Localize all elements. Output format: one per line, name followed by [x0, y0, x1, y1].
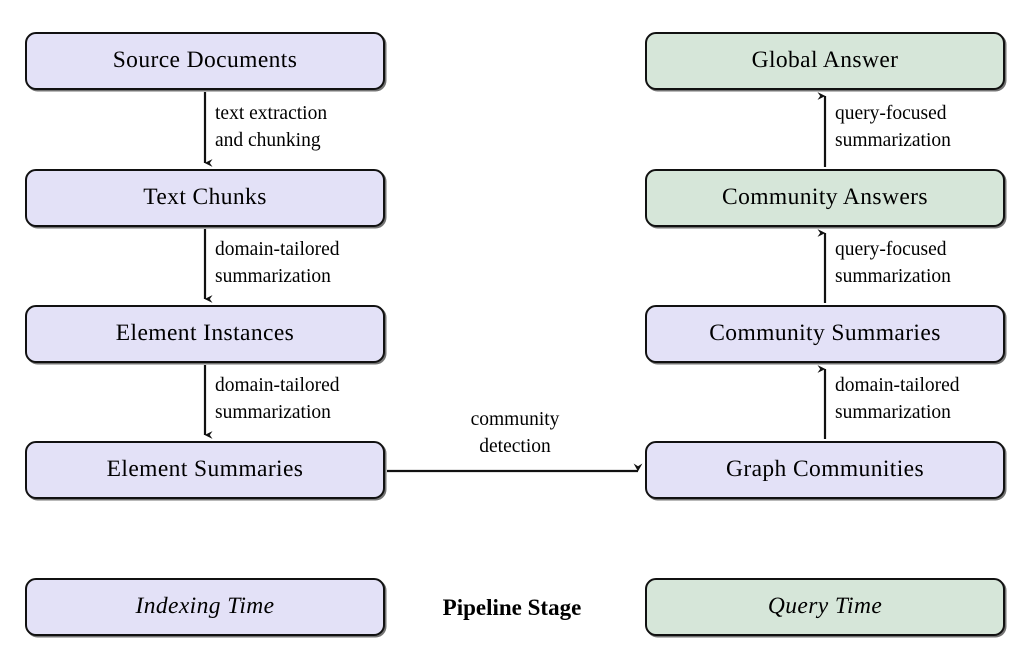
- edge-label-query-focused-2: query-focused summarization: [835, 236, 951, 290]
- edge-label-domain-tailored-2-line1: domain-tailored: [215, 375, 340, 396]
- node-source-documents[interactable]: Source Documents: [25, 32, 385, 90]
- edge-label-domain-tailored-3-line2: summarization: [835, 402, 951, 423]
- node-graph-communities[interactable]: Graph Communities: [645, 441, 1005, 499]
- edge-label-domain-tailored-2: domain-tailored summarization: [215, 372, 340, 426]
- edge-label-domain-tailored-3-line1: domain-tailored: [835, 375, 960, 396]
- node-element-summaries-label: Element Summaries: [106, 456, 304, 483]
- edge-label-text-extraction: text extraction and chunking: [215, 100, 327, 154]
- edge-label-domain-tailored-1: domain-tailored summarization: [215, 236, 340, 290]
- node-community-answers-label: Community Answers: [722, 184, 928, 211]
- diagram-canvas: Source Documents Text Chunks Element Ins…: [0, 0, 1024, 656]
- node-element-summaries[interactable]: Element Summaries: [25, 441, 385, 499]
- node-community-summaries[interactable]: Community Summaries: [645, 305, 1005, 363]
- edge-label-domain-tailored-3: domain-tailored summarization: [835, 372, 960, 426]
- legend-indexing-time-label: Indexing Time: [135, 593, 275, 620]
- edge-label-community-detection: community detection: [425, 406, 605, 460]
- node-text-chunks[interactable]: Text Chunks: [25, 169, 385, 227]
- node-global-answer-label: Global Answer: [751, 47, 899, 74]
- edge-label-query-focused-1: query-focused summarization: [835, 100, 951, 154]
- node-element-instances-label: Element Instances: [115, 320, 295, 347]
- node-graph-communities-label: Graph Communities: [725, 456, 925, 483]
- legend-indexing-time: Indexing Time: [25, 578, 385, 636]
- edge-label-query-focused-2-line1: query-focused: [835, 239, 947, 260]
- edge-label-domain-tailored-1-line1: domain-tailored: [215, 239, 340, 260]
- edge-label-query-focused-1-line1: query-focused: [835, 103, 947, 124]
- edge-label-community-detection-line2: detection: [479, 436, 551, 457]
- legend-query-time-label: Query Time: [767, 593, 883, 620]
- edge-label-text-extraction-line1: text extraction: [215, 103, 328, 124]
- node-source-documents-label: Source Documents: [112, 47, 298, 74]
- pipeline-stage-caption: Pipeline Stage: [442, 595, 582, 620]
- edge-label-domain-tailored-2-line2: summarization: [215, 402, 331, 423]
- edge-label-domain-tailored-1-line2: summarization: [215, 266, 331, 287]
- node-element-instances[interactable]: Element Instances: [25, 305, 385, 363]
- legend-query-time: Query Time: [645, 578, 1005, 636]
- edge-label-query-focused-2-line2: summarization: [835, 266, 951, 287]
- edge-label-community-detection-line1: community: [470, 409, 560, 430]
- node-global-answer[interactable]: Global Answer: [645, 32, 1005, 90]
- edge-label-text-extraction-line2: and chunking: [215, 130, 321, 151]
- node-text-chunks-label: Text Chunks: [143, 184, 267, 211]
- node-community-answers[interactable]: Community Answers: [645, 169, 1005, 227]
- node-community-summaries-label: Community Summaries: [709, 320, 941, 347]
- edge-label-query-focused-1-line2: summarization: [835, 130, 951, 151]
